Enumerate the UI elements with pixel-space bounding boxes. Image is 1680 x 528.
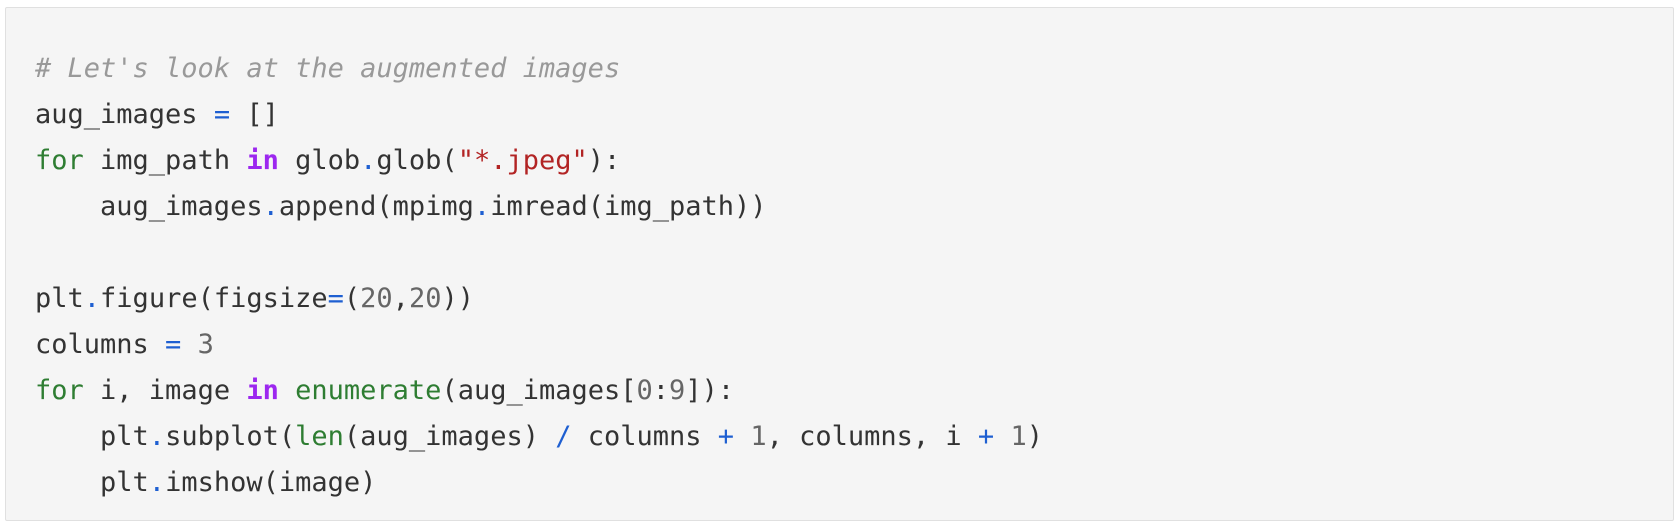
code-token: [] xyxy=(230,99,279,130)
code-token: . xyxy=(148,467,166,498)
code-token: plt xyxy=(35,283,84,314)
code-token: . xyxy=(148,421,166,452)
code-token: imread(img_path)) xyxy=(490,191,767,222)
code-line: for img_path in glob.glob("*.jpeg"): xyxy=(35,138,1673,184)
code-token: + xyxy=(977,421,995,452)
code-token: / xyxy=(555,421,572,452)
code-token: in xyxy=(246,375,279,406)
code-token: 0 xyxy=(636,375,653,406)
code-line: # Let's look at the augmented images xyxy=(35,46,1673,92)
code-token: glob( xyxy=(376,145,458,176)
code-token: subplot( xyxy=(165,421,296,452)
code-token: (aug_images) xyxy=(343,421,556,452)
code-token: )) xyxy=(441,283,474,314)
code-line: for i, image in enumerate(aug_images[0:9… xyxy=(35,368,1673,414)
code-token: len xyxy=(295,421,344,452)
code-token: ) xyxy=(1026,421,1043,452)
code-token: , xyxy=(392,283,409,314)
code-token: ( xyxy=(343,283,361,314)
code-token: = xyxy=(213,99,231,130)
code-token: columns xyxy=(571,421,718,452)
code-token: 1 xyxy=(750,421,767,452)
code-token: = xyxy=(327,283,344,314)
code-token: enumerate xyxy=(295,375,442,406)
code-token: "*.jpeg" xyxy=(457,145,588,176)
code-line: plt.imshow(image) xyxy=(35,460,1673,506)
code-token: 20 xyxy=(408,283,442,314)
code-token: figure(figsize xyxy=(100,283,328,314)
code-token: glob xyxy=(278,145,361,176)
code-line: aug_images = [] xyxy=(35,92,1673,138)
code-token: 20 xyxy=(360,283,393,314)
code-token: imshow(image) xyxy=(165,467,377,498)
code-token: for xyxy=(35,145,84,176)
code-line: plt.subplot(len(aug_images) / columns + … xyxy=(35,414,1673,460)
code-token: 3 xyxy=(197,329,214,360)
code-token: plt xyxy=(35,421,149,452)
code-token: (aug_images[ xyxy=(441,375,637,406)
code-token: : xyxy=(652,375,670,406)
code-token: aug_images xyxy=(35,191,263,222)
code-block[interactable]: # Let's look at the augmented images aug_… xyxy=(35,46,1673,506)
code-token: in xyxy=(246,145,279,176)
code-token: # Let's look at the augmented images xyxy=(35,53,621,84)
code-token: + xyxy=(717,421,735,452)
code-token: img_path xyxy=(83,145,247,176)
code-line: plt.figure(figsize=(20,20)) xyxy=(35,276,1673,322)
code-token: 1 xyxy=(1010,421,1027,452)
code-token: aug_images xyxy=(35,99,214,130)
code-line: columns = 3 xyxy=(35,322,1673,368)
code-token: ]): xyxy=(685,375,735,406)
code-token: , columns, i xyxy=(766,421,978,452)
code-token: for xyxy=(35,375,84,406)
code-token: append(mpimg xyxy=(278,191,474,222)
code-line: aug_images.append(mpimg.imread(img_path)… xyxy=(35,184,1673,230)
code-token: . xyxy=(360,145,377,176)
code-token: plt xyxy=(35,467,149,498)
code-token: columns xyxy=(35,329,166,360)
code-token: ): xyxy=(587,145,621,176)
code-token: . xyxy=(262,191,279,222)
code-token: . xyxy=(83,283,101,314)
code-token: = xyxy=(165,329,182,360)
code-token: . xyxy=(473,191,491,222)
code-token: i, image xyxy=(83,375,247,406)
code-token: 9 xyxy=(669,375,686,406)
code-cell[interactable]: # Let's look at the augmented images aug_… xyxy=(5,7,1674,521)
